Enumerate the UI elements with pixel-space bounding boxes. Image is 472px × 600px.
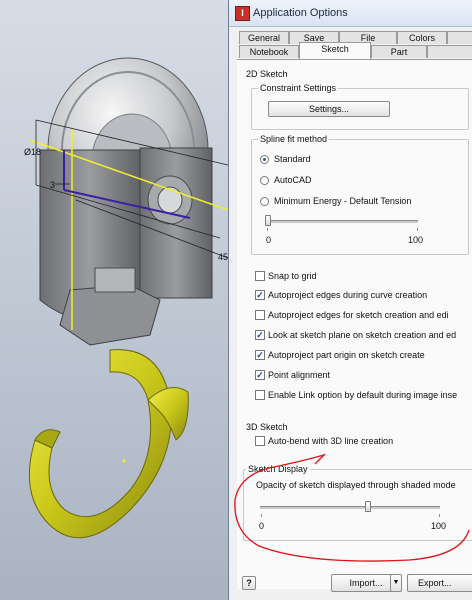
import-dropdown-button[interactable]: ▼	[390, 574, 402, 592]
export-button[interactable]: Export...	[407, 574, 472, 592]
red-annotation-circle	[234, 453, 470, 562]
dimension-offset[interactable]: 3	[50, 180, 55, 190]
export-button-label: Export...	[418, 578, 452, 588]
dimension-length[interactable]: 45	[218, 252, 228, 262]
help-icon: ?	[246, 578, 252, 588]
help-button[interactable]: ?	[242, 576, 256, 590]
tab-sketch[interactable]: Sketch	[299, 42, 371, 59]
hook-pulley-model	[28, 57, 228, 539]
chevron-down-icon: ▼	[392, 579, 400, 586]
application-options-dialog: I Application Options General Save File …	[228, 0, 472, 600]
import-button-label: Import...	[349, 578, 383, 588]
cad-viewport[interactable]: Ø18 3 45	[0, 0, 228, 600]
dimension-diameter[interactable]: Ø18	[24, 147, 41, 157]
